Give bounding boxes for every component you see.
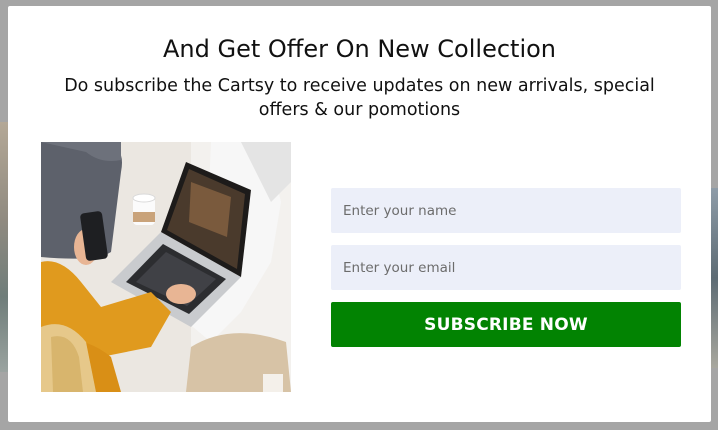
name-input[interactable] [331, 188, 681, 233]
email-input[interactable] [331, 245, 681, 290]
woman-with-laptop-photo [41, 142, 291, 392]
popup-subtitle: Do subscribe the Cartsy to receive updat… [64, 76, 655, 120]
subscribe-button[interactable]: SUBSCRIBE NOW [331, 302, 681, 347]
photo-illustration [41, 142, 291, 392]
background-image-right [710, 188, 718, 368]
newsletter-popup: And Get Offer On New Collection Do subsc… [8, 6, 711, 422]
subscribe-form: SUBSCRIBE NOW [331, 188, 681, 347]
popup-title: And Get Offer On New Collection [163, 35, 556, 63]
